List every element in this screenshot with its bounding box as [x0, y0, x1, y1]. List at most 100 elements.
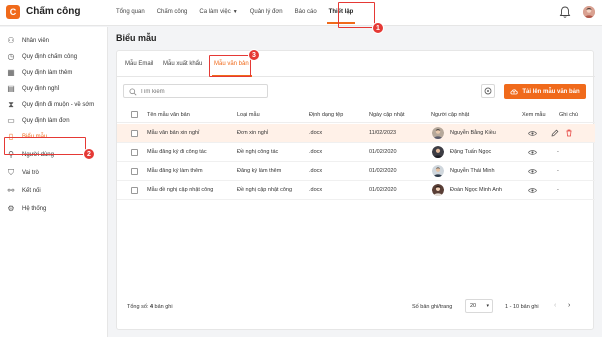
sidebar-item-label: Biểu mẫu: [22, 134, 48, 140]
bell-icon[interactable]: [559, 6, 571, 19]
sidebar-item-request-rules[interactable]: ▭ Quy định làm đơn: [6, 114, 104, 128]
user-avatar[interactable]: [583, 6, 595, 18]
nav-item-overview[interactable]: Tổng quan: [110, 0, 151, 26]
updated-by: Đoàn Ngọc Minh Anh: [450, 187, 502, 193]
updated-by: Nguyễn Thái Minh: [450, 168, 495, 174]
system-icon: ⚙: [7, 204, 15, 213]
templates-card: Mẫu Email Mẫu xuất khẩu Mẫu văn bản Tải …: [116, 50, 595, 330]
template-name: Mẫu văn bản xin nghỉ: [147, 130, 200, 136]
eye-icon[interactable]: [528, 187, 537, 194]
sidebar-item-system[interactable]: ⚙ Hệ thống: [6, 202, 104, 216]
total-records: Tổng số: 4 bản ghi: [127, 304, 173, 310]
sidebar-item-employees[interactable]: ⚇ Nhân viên: [6, 34, 104, 48]
sidebar-item-roles[interactable]: ⛉ Vai trò: [6, 166, 104, 180]
sidebar-item-label: Quy định làm đơn: [22, 118, 70, 124]
eye-icon[interactable]: [528, 168, 537, 175]
nav-item-requests[interactable]: Quản lý đơn: [244, 0, 289, 26]
table-row[interactable]: Mẫu đề nghị cập nhật công Đề nghị cập nh…: [117, 181, 595, 200]
template-name: Mẫu đăng ký làm thêm: [147, 168, 203, 174]
nav-label: Báo cáo: [294, 9, 317, 15]
sidebar-item-label: Quy định nghỉ: [22, 86, 60, 92]
hourglass-icon: ⧗: [8, 100, 14, 109]
sidebar-item-label: Quy định làm thêm: [22, 70, 73, 76]
avatar: [432, 146, 444, 158]
sidebar-item-leave-rules[interactable]: ▤ Quy định nghỉ: [6, 82, 104, 96]
users-icon: ⚇: [7, 36, 15, 45]
row-checkbox[interactable]: [131, 168, 138, 175]
per-page-select[interactable]: 20 ▾: [465, 299, 493, 313]
sidebar-item-label: Vai trò: [22, 170, 39, 176]
total-prefix: Tổng số:: [127, 304, 150, 310]
document-icon: ▯: [8, 132, 14, 141]
template-name: Mẫu đề nghị cập nhật công: [147, 187, 214, 193]
nav-item-timekeeping[interactable]: Chấm công: [151, 0, 194, 26]
sidebar-item-label: Kết nối: [22, 188, 41, 194]
file-format: .docx: [309, 168, 323, 174]
search-input[interactable]: [140, 87, 260, 96]
sidebar-item-overtime-rules[interactable]: ▦ Quy định làm thêm: [6, 66, 104, 80]
user-icon: ⚲: [8, 150, 14, 159]
avatar: [432, 127, 444, 139]
leave-icon: ▤: [7, 84, 15, 93]
upload-template-button[interactable]: Tải lên mẫu văn bản: [504, 84, 586, 99]
sidebar-item-connections[interactable]: ⚯ Kết nối: [6, 184, 104, 198]
previous-page-icon[interactable]: ‹: [554, 302, 556, 309]
column-header-date[interactable]: Ngày cập nhật: [369, 112, 404, 118]
tab-document-templates[interactable]: Mẫu văn bản: [214, 61, 249, 67]
sidebar-item-label: Quy định đi muộn - về sớm: [22, 102, 95, 108]
total-suffix: bản ghi: [153, 304, 173, 310]
table-row[interactable]: Mẫu đăng ký đi công tác Đề nghị công tác…: [117, 143, 595, 162]
search-box[interactable]: [123, 84, 268, 98]
app-logo-icon[interactable]: C: [6, 5, 20, 19]
row-checkbox[interactable]: [131, 187, 138, 194]
file-format: .docx: [309, 149, 323, 155]
sidebar-item-late-early-rules[interactable]: ⧗ Quy định đi muộn - về sớm: [6, 98, 104, 112]
form-icon: ▭: [7, 116, 15, 125]
table-row[interactable]: Mẫu đăng ký làm thêm Đăng ký làm thêm .d…: [117, 162, 595, 181]
tab-export-templates[interactable]: Mẫu xuất khẩu: [163, 61, 202, 67]
record-range: 1 - 10 bản ghi: [505, 304, 539, 310]
delete-icon[interactable]: [565, 129, 573, 137]
column-header-note: Ghi chú: [559, 112, 578, 118]
calendar-icon: ▦: [7, 68, 15, 77]
file-format: .docx: [309, 130, 323, 136]
column-header-format[interactable]: Định dạng tệp: [309, 112, 343, 118]
settings-button[interactable]: [481, 84, 495, 98]
edit-icon[interactable]: [551, 129, 559, 137]
eye-icon[interactable]: [528, 130, 537, 137]
row-checkbox[interactable]: [131, 149, 138, 156]
row-checkbox[interactable]: [131, 130, 138, 137]
nav-item-shifts[interactable]: Ca làm việc ▼: [193, 0, 243, 26]
shield-icon: ⛉: [8, 168, 14, 177]
nav-item-reports[interactable]: Báo cáo: [289, 0, 323, 26]
table-row[interactable]: Mẫu văn bản xin nghỉ Đơn xin nghỉ .docx …: [117, 124, 595, 143]
sidebar-item-label: Nhân viên: [22, 38, 50, 44]
chevron-down-icon: ▾: [486, 303, 489, 309]
sidebar: ⚇ Nhân viên ◷ Quy định chấm công ▦ Quy định…: [0, 27, 108, 337]
active-tab-indicator: [212, 75, 252, 77]
sidebar-item-templates[interactable]: ▯ Biểu mẫu: [6, 130, 104, 144]
template-type: Đăng ký làm thêm: [237, 168, 282, 174]
updated-by: Nguyễn Bằng Kiều: [450, 130, 496, 136]
eye-icon[interactable]: [528, 149, 537, 156]
nav-label: Thiết lập: [328, 9, 354, 15]
template-type: Đề nghị công tác: [237, 149, 279, 155]
search-icon: [129, 88, 137, 96]
updated-date: 01/02/2020: [369, 149, 397, 155]
column-header-user[interactable]: Người cập nhật: [431, 112, 469, 118]
sidebar-item-timekeeping-rules[interactable]: ◷ Quy định chấm công: [6, 50, 104, 64]
nav-label: Tổng quan: [116, 9, 145, 15]
annotation-badge-3: 3: [248, 49, 260, 61]
nav-label: Chấm công: [156, 9, 188, 15]
clock-icon: ◷: [7, 52, 15, 61]
column-header-type[interactable]: Loại mẫu: [237, 112, 260, 118]
per-page-label: Số bản ghi/trang: [412, 304, 453, 310]
nav-item-settings[interactable]: Thiết lập: [323, 0, 360, 26]
avatar: [432, 165, 444, 177]
select-all-checkbox[interactable]: [131, 111, 138, 118]
column-header-name[interactable]: Tên mẫu văn bản: [147, 112, 190, 118]
connect-icon: ⚯: [7, 186, 15, 195]
annotation-badge-1: 1: [372, 22, 384, 34]
next-page-icon[interactable]: ›: [568, 302, 570, 309]
tab-email-templates[interactable]: Mẫu Email: [125, 61, 153, 67]
